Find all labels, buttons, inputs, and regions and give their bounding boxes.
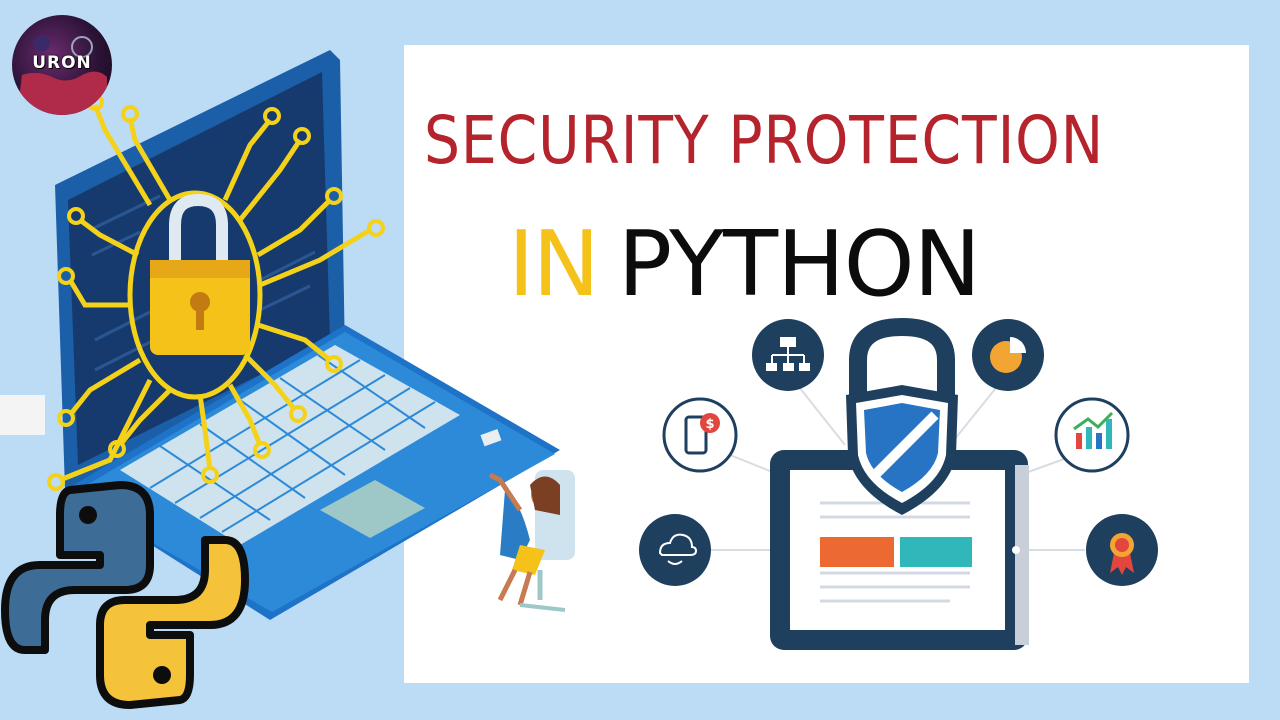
growth-chart-icon: [1054, 397, 1130, 473]
dollar-sign: $: [705, 417, 714, 432]
pie-chart-icon: [972, 319, 1044, 391]
title-in: IN: [508, 212, 600, 317]
award-badge-icon: [1086, 514, 1158, 586]
title-python: PYTHON: [617, 212, 981, 317]
mobile-payment-icon: $: [662, 397, 738, 473]
security-diagram: $: [639, 317, 1158, 650]
channel-logo: URON: [12, 15, 112, 115]
python-logo-icon: [1, 481, 249, 709]
logo-text: URON: [32, 53, 92, 73]
network-diagram-icon: [752, 319, 824, 391]
cloud-icon: [639, 514, 711, 586]
title-line-1: SECURITY PROTECTION: [424, 102, 1105, 179]
hand-illustration: [0, 395, 45, 435]
title-line-2: IN PYTHON: [508, 220, 981, 310]
